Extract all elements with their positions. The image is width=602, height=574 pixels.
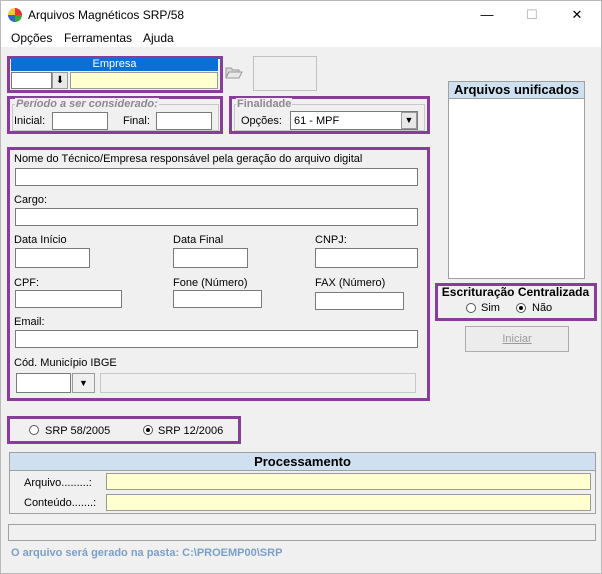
nome-label: Nome do Técnico/Empresa responsável pela… (14, 153, 363, 165)
minimize-button[interactable]: — (476, 5, 498, 25)
data-inicio-input[interactable] (15, 248, 90, 268)
srp-58-2005-radio[interactable] (29, 425, 39, 435)
escrituracao-sim-label: Sim (481, 302, 500, 314)
finalidade-select[interactable]: 61 - MPF ▼ (290, 111, 418, 130)
fone-label: Fone (Número) (173, 277, 248, 289)
open-folder-button[interactable] (225, 64, 243, 80)
final-input[interactable] (156, 112, 212, 130)
inicial-input[interactable] (52, 112, 108, 130)
empresa-lookup-button[interactable]: ⬇ (52, 72, 68, 89)
escrituracao-sim-radio[interactable] (466, 303, 476, 313)
empresa-code-input[interactable] (11, 72, 52, 89)
arquivo-field[interactable] (106, 473, 591, 490)
status-text: O arquivo será gerado na pasta: C:\PROEM… (11, 547, 283, 559)
email-input[interactable] (15, 330, 418, 348)
periodo-legend: Período a ser considerado: (15, 98, 159, 110)
menu-ferramentas[interactable]: Ferramentas (64, 31, 132, 45)
cpf-label: CPF: (14, 277, 40, 289)
folder-open-icon (225, 67, 243, 79)
iniciar-button[interactable]: Iniciar (465, 326, 569, 352)
menu-opcoes[interactable]: Opções (11, 31, 52, 45)
municipio-label: Cód. Município IBGE (14, 357, 117, 369)
progress-bar (8, 524, 596, 541)
window-title: Arquivos Magnéticos SRP/58 (28, 8, 185, 22)
chevron-down-icon: ▼ (79, 378, 88, 388)
email-label: Email: (14, 316, 45, 328)
cpf-input[interactable] (15, 290, 122, 308)
final-label: Final: (123, 115, 150, 127)
finalidade-selected-value: 61 - MPF (294, 115, 340, 127)
close-button[interactable]: ✕ (566, 5, 588, 25)
cnpj-label: CNPJ: (315, 234, 347, 246)
arquivo-label: Arquivo.........: (24, 477, 92, 489)
opcoes-label: Opções: (241, 115, 282, 127)
municipio-dropdown-button[interactable]: ▼ (72, 373, 95, 393)
escrituracao-nao-radio[interactable] (516, 303, 526, 313)
srp-12-2006-radio[interactable] (143, 425, 153, 435)
escrituracao-title: Escrituração Centralizada (441, 285, 590, 299)
empty-panel (253, 56, 317, 91)
fone-input[interactable] (173, 290, 262, 308)
menu-ajuda[interactable]: Ajuda (143, 31, 174, 45)
escrituracao-nao-label: Não (532, 302, 553, 314)
finalidade-legend: Finalidade (236, 98, 293, 110)
fax-label: FAX (Número) (315, 277, 386, 289)
processamento-title: Processamento (10, 453, 595, 471)
fax-input[interactable] (315, 292, 404, 310)
cnpj-input[interactable] (315, 248, 418, 268)
arquivos-unificados-title: Arquivos unificados (449, 82, 584, 99)
cargo-label: Cargo: (14, 194, 48, 206)
srp-58-2005-label: SRP 58/2005 (45, 425, 111, 437)
data-final-label: Data Final (173, 234, 224, 246)
municipio-name-display (100, 373, 416, 393)
municipio-code-input[interactable] (16, 373, 71, 393)
cargo-input[interactable] (15, 208, 418, 226)
inicial-label: Inicial: (14, 115, 46, 127)
maximize-button[interactable]: ☐ (521, 5, 543, 25)
data-inicio-label: Data Início (14, 234, 67, 246)
conteudo-label: Conteúdo.......: (24, 497, 97, 509)
menu-bar: Opções Ferramentas Ajuda (1, 29, 601, 47)
finalidade-dropdown-button[interactable]: ▼ (401, 112, 417, 129)
data-final-input[interactable] (173, 248, 248, 268)
arquivos-unificados-list[interactable]: Arquivos unificados (448, 81, 585, 279)
chevron-down-icon: ▼ (404, 115, 414, 125)
title-bar: Arquivos Magnéticos SRP/58 — ☐ ✕ (1, 1, 601, 29)
empresa-header: Empresa (11, 58, 218, 71)
nome-input[interactable] (15, 168, 418, 186)
conteudo-field[interactable] (106, 494, 591, 511)
empresa-name-input[interactable] (70, 72, 218, 89)
srp-12-2006-label: SRP 12/2006 (158, 425, 224, 437)
arrow-down-bar-icon: ⬇ (55, 75, 65, 86)
main-window: Arquivos Magnéticos SRP/58 — ☐ ✕ Opções … (0, 0, 602, 574)
app-icon (8, 8, 22, 22)
